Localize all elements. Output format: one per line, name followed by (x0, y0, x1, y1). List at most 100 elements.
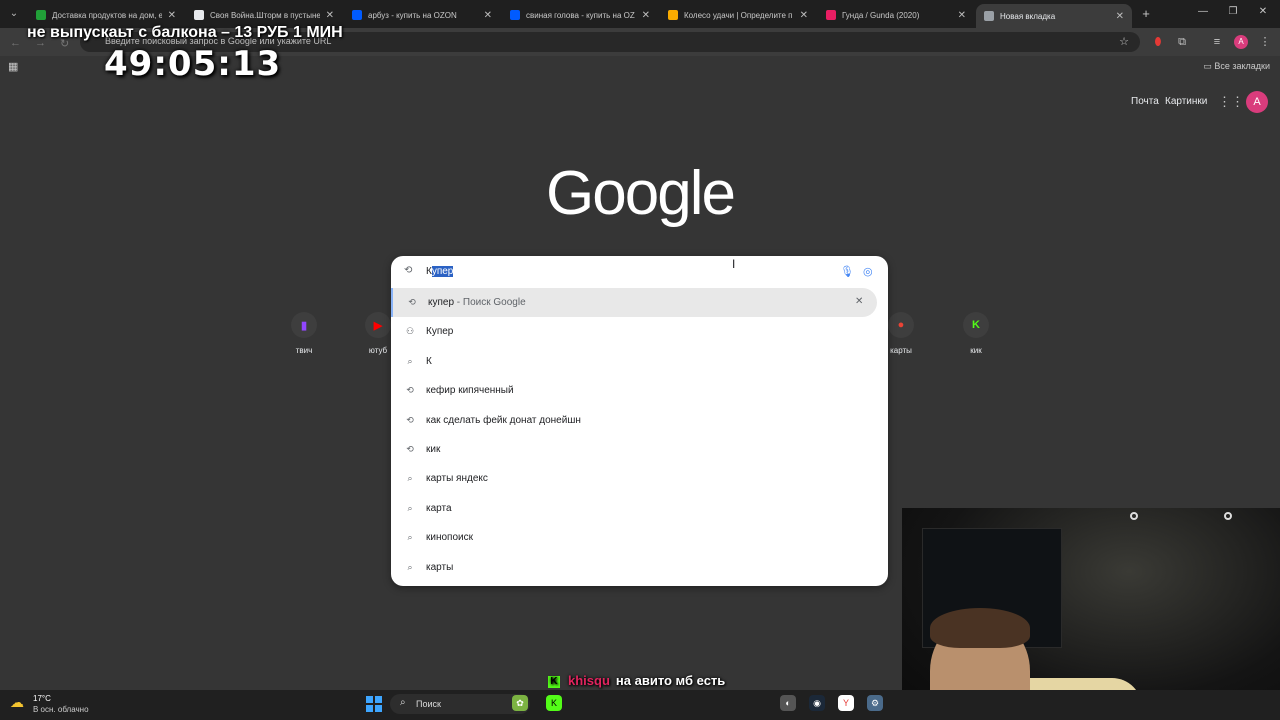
favicon-icon (668, 10, 678, 20)
suggestion-item[interactable]: ⌕ К (391, 347, 888, 376)
folder-icon: ▭ (1203, 61, 1212, 71)
start-button[interactable] (366, 696, 382, 712)
tab[interactable]: арбуз - купить на OZON ✕ (344, 4, 500, 26)
settings-gear-icon[interactable]: ⚙ (867, 695, 883, 711)
weather-description: В осн. облачно (33, 705, 89, 714)
suggestion-query: карты (426, 561, 454, 573)
tab[interactable]: свиная голова - купить на OZ ✕ (502, 4, 658, 26)
close-tab-icon[interactable]: ✕ (642, 10, 650, 21)
yandex-browser-icon[interactable]: Y (838, 695, 854, 711)
browser-menu-icon[interactable]: ⋮ (1258, 35, 1272, 49)
ceiling-light (1224, 512, 1232, 520)
shortcut-label: кик (970, 346, 982, 355)
back-icon[interactable]: ← (10, 37, 21, 49)
search-dropdown: ⟲ Купер 🎙 ◎ ⟲ купер - Поиск Google ✕ ⚇ Купер… (391, 256, 888, 586)
suggestion-item[interactable]: ⌕ карты (391, 553, 888, 582)
suggestion-item[interactable]: ⟲ как сделать фейк донат донейшн (391, 406, 888, 435)
all-bookmarks[interactable]: ▭ Все закладки (1203, 61, 1270, 72)
suggestion-text: купер - Поиск Google (428, 297, 526, 308)
tab-title: Колесо удачи | Определите п (684, 10, 793, 20)
query-selected-text: упер (431, 266, 454, 277)
youtube-icon: ▶ (365, 312, 391, 338)
extensions-puzzle-icon[interactable]: ⧉ (1175, 35, 1189, 49)
suggestion-text: К (426, 356, 432, 367)
search-input[interactable]: ⟲ Купер 🎙 ◎ (391, 256, 888, 288)
weather-temperature: 17°C (33, 694, 51, 703)
images-link[interactable]: Картинки (1165, 96, 1207, 107)
tab[interactable]: Доставка продуктов на дом, е ✕ (28, 4, 184, 26)
suggestion-item[interactable]: ⚇ Купер (391, 317, 888, 346)
gmail-link[interactable]: Почта (1131, 96, 1159, 107)
tab-search-menu-icon[interactable]: ⌄ (6, 6, 22, 22)
taskbar-search[interactable] (390, 694, 530, 714)
account-avatar[interactable]: A (1246, 91, 1268, 113)
all-bookmarks-label: Все закладки (1214, 61, 1270, 71)
chat-username: khisqu (568, 673, 610, 688)
chat-message: Kkhisqu на авито мб есть (548, 673, 725, 688)
favicon-icon (36, 10, 46, 20)
search-query[interactable]: Купер (426, 266, 454, 277)
suggestion-text: кефир кипяченный (426, 385, 514, 396)
webcam-overlay (902, 508, 1280, 720)
tab[interactable]: Своя Война.Шторм в пустыне ✕ (186, 4, 342, 26)
query-text: К (426, 266, 432, 277)
suggestion-query: как сделать фейк донат донейшн (426, 414, 581, 426)
lens-search-icon[interactable]: ◎ (863, 265, 873, 278)
suggestion-text: карта (426, 503, 452, 514)
bookmark-star-icon[interactable]: ☆ (1117, 35, 1131, 49)
maps-pin-icon: ● (888, 312, 914, 338)
history-icon: ⟲ (408, 297, 416, 307)
tab-active[interactable]: Новая вкладка ✕ (976, 4, 1132, 28)
maximize-icon[interactable]: ❐ (1226, 6, 1240, 17)
windows-taskbar (0, 690, 1280, 720)
twitch-icon: ▮ (291, 312, 317, 338)
close-window-icon[interactable]: ✕ (1256, 6, 1270, 17)
kick-app-icon[interactable]: K (546, 695, 562, 711)
streamer-hair (930, 608, 1030, 648)
suggestion-query: К (426, 355, 432, 367)
suggestion-item[interactable]: ⌕ карта (391, 494, 888, 523)
media-controls-icon[interactable]: ≡ (1210, 35, 1224, 49)
shortcut-tile[interactable]: ▮ твич (274, 312, 334, 355)
suggestion-query: карта (426, 502, 452, 514)
shortcut-tile[interactable]: Kкик (946, 312, 1006, 355)
suggestion-text: как сделать фейк донат донейшн (426, 415, 581, 426)
history-icon: ⟲ (406, 414, 414, 425)
close-tab-icon[interactable]: ✕ (1116, 11, 1124, 22)
tab-title: Новая вкладка (1000, 11, 1056, 21)
favicon-icon (352, 10, 362, 20)
widgets-icon[interactable]: ✿ (512, 695, 528, 711)
app-icon[interactable]: ◐ (780, 695, 796, 711)
close-tab-icon[interactable]: ✕ (800, 10, 808, 21)
tab-title: арбуз - купить на OZON (368, 10, 457, 20)
extension-icon[interactable]: ⬮ (1151, 35, 1165, 49)
close-tab-icon[interactable]: ✕ (326, 10, 334, 21)
suggestion-text: карты (426, 562, 453, 573)
tab[interactable]: Гунда / Gunda (2020) ✕ (818, 4, 974, 26)
favicon-icon (194, 10, 204, 20)
suggestion-suffix: - Поиск Google (454, 297, 526, 308)
steam-icon[interactable]: ◉ (809, 695, 825, 711)
tab[interactable]: Колесо удачи | Определите п ✕ (660, 4, 816, 26)
text-cursor-icon: I (732, 257, 736, 271)
close-tab-icon[interactable]: ✕ (484, 10, 492, 21)
minimize-icon[interactable]: — (1196, 6, 1210, 17)
weather-icon[interactable]: ☁ (10, 694, 24, 711)
close-tab-icon[interactable]: ✕ (958, 10, 966, 21)
suggestion-item[interactable]: ⟲ кик (391, 435, 888, 464)
suggestion-item[interactable]: ⌕ карты яндекс (391, 464, 888, 493)
remove-suggestion-icon[interactable]: ✕ (855, 296, 863, 307)
favicon-icon (984, 11, 994, 21)
close-tab-icon[interactable]: ✕ (168, 10, 176, 21)
apps-grid-icon[interactable]: ▦ (8, 60, 18, 73)
search-icon: ⌕ (407, 561, 413, 572)
suggestion-item[interactable]: ⌕ кинопоиск (391, 523, 888, 552)
suggestion-item[interactable]: ⟲ купер - Поиск Google ✕ (391, 288, 877, 317)
new-tab-button[interactable]: + (1138, 6, 1154, 22)
voice-search-icon[interactable]: 🎙 (840, 265, 854, 278)
suggestion-text: Купер (426, 326, 453, 337)
entity-icon: ⚇ (405, 326, 415, 337)
shortcut-label: твич (295, 346, 313, 355)
profile-avatar[interactable]: A (1234, 35, 1248, 49)
suggestion-item[interactable]: ⟲ кефир кипяченный (391, 376, 888, 405)
